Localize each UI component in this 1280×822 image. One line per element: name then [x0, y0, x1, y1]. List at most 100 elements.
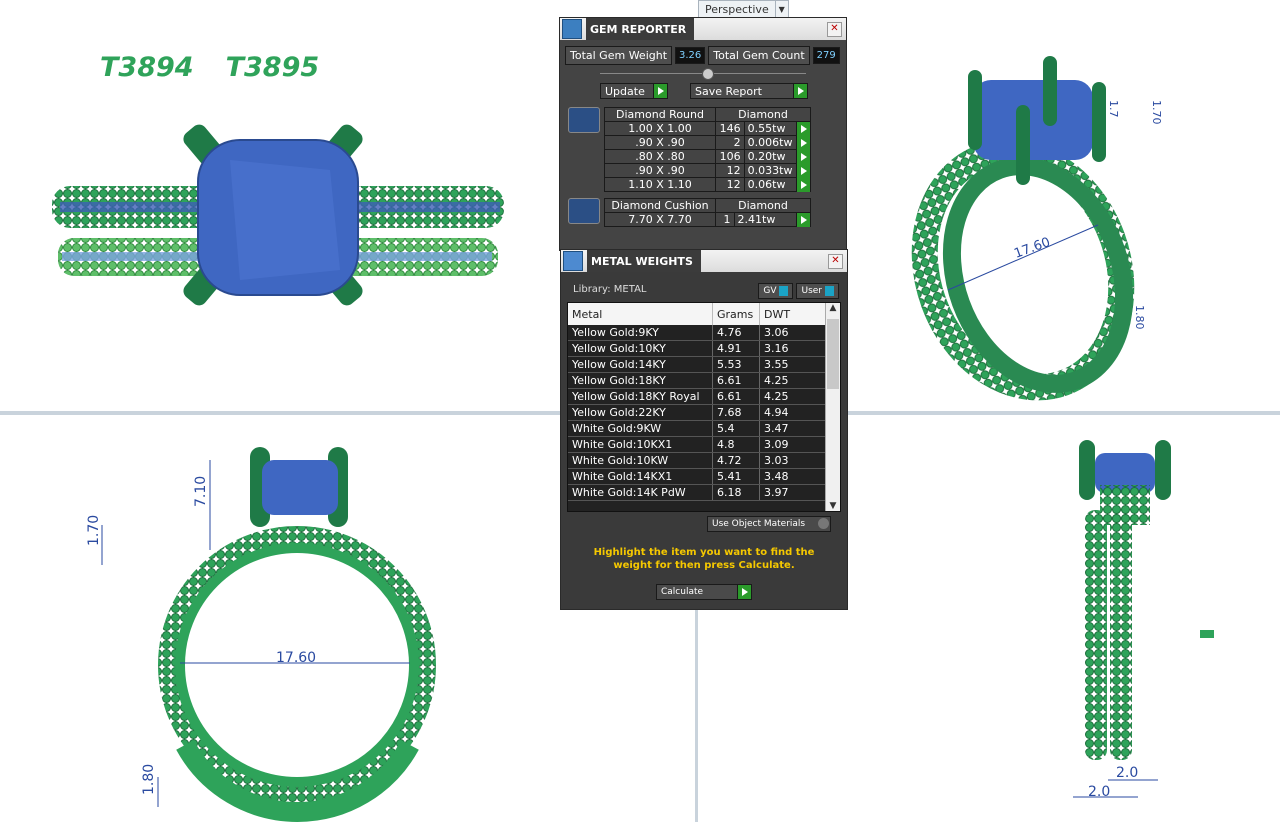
gem-row[interactable]: 7.70 X 7.70 1 2.41tw [604, 212, 812, 227]
viewport-top-right[interactable]: 17.60 1.70 1.7 1.80 [848, 0, 1280, 411]
metal-grams: 4.76 [712, 325, 760, 341]
gem-weight-value: 0.06tw [747, 178, 786, 191]
metal-row[interactable]: White Gold:14KX1 5.41 3.48 [568, 468, 826, 485]
metal-row[interactable]: Yellow Gold:9KY 4.76 3.06 [568, 325, 826, 341]
gem-weight-value: 2.41tw [737, 213, 776, 226]
info-icon [825, 286, 834, 296]
viewport-mode-label: Perspective [705, 3, 769, 16]
play-icon[interactable] [796, 178, 810, 192]
metal-row[interactable]: White Gold:9KW 5.4 3.47 [568, 420, 826, 437]
metal-dwt: 3.48 [759, 468, 826, 485]
metal-weights-panel: METAL WEIGHTS ✕ Library: METAL GV User M… [560, 249, 848, 610]
dim-bottom-left-4: 1.80 [141, 764, 157, 795]
user-toggle[interactable]: User [796, 283, 839, 299]
metal-row[interactable]: White Gold:10KX1 4.8 3.09 [568, 436, 826, 453]
play-icon[interactable] [796, 164, 810, 178]
metal-row[interactable]: Yellow Gold:18KY Royal 6.61 4.25 [568, 388, 826, 405]
metal-row[interactable]: White Gold:14K PdW 6.18 3.97 [568, 484, 826, 501]
gem-row[interactable]: 1.10 X 1.10 12 0.06tw [604, 177, 812, 192]
metal-table[interactable]: Metal Grams DWT Yellow Gold:9KY 4.76 3.06 … [567, 302, 841, 512]
play-icon[interactable] [796, 136, 810, 150]
gem-material-header: Diamond [715, 107, 811, 122]
play-icon[interactable] [796, 213, 810, 227]
close-icon[interactable]: ✕ [827, 22, 842, 37]
dim-bottom-left-3: 17.60 [276, 650, 316, 666]
calculate-label: Calculate [661, 587, 704, 597]
metal-column-header[interactable]: Metal [568, 303, 713, 325]
use-object-materials-toggle[interactable]: Use Object Materials [707, 516, 831, 532]
report-slider[interactable] [600, 67, 806, 81]
chevron-up-icon[interactable]: ▲ [826, 303, 840, 313]
metal-grams: 6.61 [712, 388, 760, 405]
metal-row[interactable]: Yellow Gold:22KY 7.68 4.94 [568, 404, 826, 421]
gem-row[interactable]: 1.00 X 1.00 146 0.55tw [604, 121, 812, 136]
gem-size: 1.10 X 1.10 [604, 177, 716, 192]
metal-table-scrollbar[interactable]: ▲ ▼ [825, 303, 840, 511]
save-report-button[interactable]: Save Report [690, 83, 808, 99]
info-icon [779, 286, 789, 296]
close-icon[interactable]: ✕ [828, 254, 843, 269]
metal-name: White Gold:9KW [568, 420, 713, 437]
metal-dwt: 4.94 [759, 404, 826, 421]
play-icon[interactable] [796, 150, 810, 164]
metal-name: White Gold:14KX1 [568, 468, 713, 485]
update-button[interactable]: Update [600, 83, 668, 99]
gem-reporter-titlebar[interactable]: GEM REPORTER ✕ [560, 18, 846, 40]
metal-dwt: 4.25 [759, 388, 826, 405]
gem-row[interactable]: .80 X .80 106 0.20tw [604, 149, 812, 164]
gem-weight: 0.006tw [743, 135, 812, 150]
gem-size: .80 X .80 [604, 149, 716, 164]
total-gem-weight-label: Total Gem Weight [565, 46, 673, 65]
gem-material-header: Diamond [715, 198, 811, 213]
metal-row[interactable]: Yellow Gold:18KY 6.61 4.25 [568, 372, 826, 389]
gem-size: .90 X .90 [604, 135, 716, 150]
metal-row[interactable]: Yellow Gold:10KY 4.91 3.16 [568, 340, 826, 357]
slider-handle[interactable] [702, 68, 714, 80]
play-icon [793, 84, 807, 98]
cushion-gem-icon [568, 198, 600, 224]
gv-toggle[interactable]: GV [758, 283, 794, 299]
gem-table-round: Diamond Round Diamond 1.00 X 1.00 146 0.55t… [604, 107, 812, 192]
dim-top-right-4: 1.80 [1133, 305, 1146, 330]
use-object-materials-label: Use Object Materials [712, 519, 806, 529]
metal-grams: 7.68 [712, 404, 760, 421]
gem-groups: Diamond Round Diamond 1.00 X 1.00 146 0.55t… [568, 107, 846, 227]
chevron-down-icon[interactable]: ▼ [774, 1, 788, 18]
metal-name: Yellow Gold:14KY [568, 356, 713, 373]
gem-count: 146 [715, 121, 745, 136]
gem-count: 12 [715, 163, 745, 178]
scrollbar-thumb[interactable] [827, 319, 839, 389]
metal-dwt: 4.25 [759, 372, 826, 389]
toggle-icon [818, 518, 829, 529]
gv-label: GV [763, 286, 777, 296]
dim-top-right-3: 1.7 [1107, 100, 1120, 118]
total-gem-weight-value: 3.26 [675, 47, 706, 64]
play-icon[interactable] [796, 122, 810, 136]
metal-grams: 6.18 [712, 484, 760, 501]
metal-dwt: 3.06 [759, 325, 826, 341]
metal-grams: 5.53 [712, 356, 760, 373]
gem-row[interactable]: .90 X .90 2 0.006tw [604, 135, 812, 150]
model-code: T3894 [100, 52, 194, 83]
gem-reporter-panel: GEM REPORTER ✕ Total Gem Weight 3.26 Tot… [559, 17, 847, 251]
chevron-down-icon[interactable]: ▼ [826, 501, 840, 511]
gem-shape-header: Diamond Round [604, 107, 716, 122]
gem-count: 106 [715, 149, 745, 164]
calculate-button[interactable]: Calculate [656, 584, 752, 600]
update-button-label: Update [605, 84, 645, 98]
grams-column-header[interactable]: Grams [712, 303, 760, 325]
metal-row[interactable]: White Gold:10KW 4.72 3.03 [568, 452, 826, 469]
gem-weight-value: 0.55tw [747, 122, 786, 135]
metal-grams: 5.41 [712, 468, 760, 485]
user-label: User [801, 286, 822, 296]
total-gem-count-value: 279 [812, 47, 840, 64]
metal-grams: 6.61 [712, 372, 760, 389]
gem-row[interactable]: .90 X .90 12 0.033tw [604, 163, 812, 178]
save-report-label: Save Report [695, 84, 762, 98]
dwt-column-header[interactable]: DWT [759, 303, 826, 325]
dim-top-right-2: 1.70 [1150, 100, 1163, 125]
metal-weights-titlebar[interactable]: METAL WEIGHTS ✕ [561, 250, 847, 272]
metal-row[interactable]: Yellow Gold:14KY 5.53 3.55 [568, 356, 826, 373]
gem-weight-value: 0.006tw [747, 136, 793, 149]
round-gem-icon [568, 107, 600, 133]
